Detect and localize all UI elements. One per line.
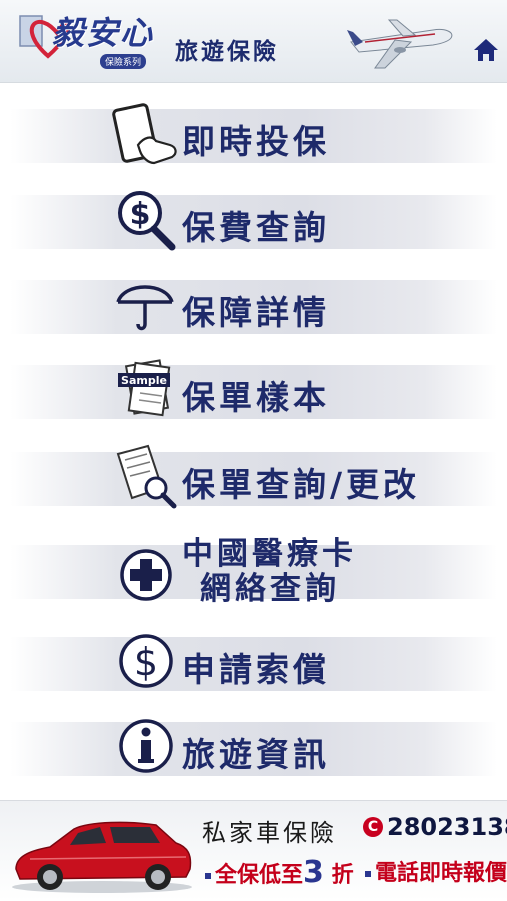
svg-text:$: $ [130, 197, 151, 232]
info-icon [119, 719, 173, 773]
menu-item-china-medical-card[interactable]: 中國醫療卡 網絡查詢 [10, 537, 497, 607]
ad-promo: 全保低至3 折 [205, 855, 354, 890]
menu-label: 保費查詢 [182, 208, 330, 247]
menu-item-coverage-details[interactable]: 保障詳情 [10, 280, 497, 334]
menu-item-instant-insure[interactable]: 即時投保 [10, 103, 497, 165]
brand-badge: 保險系列 [100, 54, 147, 69]
menu-item-policy-query-change[interactable]: 保單查詢/更改 [10, 444, 497, 509]
bullet-icon [205, 873, 211, 879]
menu-item-premium-enquiry[interactable]: $ 保費查詢 [10, 191, 497, 251]
medical-cross-icon [120, 549, 172, 601]
menu-label-line2: 網絡查詢 [200, 571, 340, 607]
menu-label: 保障詳情 [182, 293, 330, 332]
menu-label: 中國醫療卡 網絡查詢 [182, 537, 357, 607]
page-title: 旅遊保險 [175, 39, 279, 65]
svg-text:$: $ [134, 640, 158, 684]
ad-title: 私家車保險 [202, 819, 337, 847]
menu-item-travel-info[interactable]: 旅遊資訊 [10, 719, 497, 776]
dollar-magnifier-icon: $ [118, 191, 176, 251]
home-icon[interactable] [472, 36, 500, 64]
sample-document-icon: Sample [118, 359, 171, 417]
dollar-circle-icon: $ [119, 634, 173, 688]
ad-phone-number[interactable]: 28023138 [387, 813, 507, 841]
menu-label-line1: 中國醫療卡 [182, 536, 357, 572]
umbrella-icon [116, 285, 174, 331]
menu-label: 即時投保 [182, 122, 330, 161]
svg-text:Sample: Sample [121, 374, 167, 387]
menu-item-apply-claim[interactable]: $ 申請索償 [10, 634, 497, 691]
bullet-icon [365, 871, 371, 877]
ad-quote: 電話即時報價 [365, 855, 507, 887]
menu-item-policy-sample[interactable]: Sample 保單樣本 [10, 359, 497, 419]
document-search-icon [116, 444, 177, 509]
car-image [12, 821, 192, 893]
menu-label: 旅遊資訊 [182, 735, 330, 774]
car-insurance-banner[interactable]: 私家車保險 C 28023138 全保低至3 折 電話即時報價 [0, 800, 507, 901]
menu-label: 申請索償 [182, 650, 330, 689]
phone-icon: C [363, 817, 383, 837]
airplane-icon [347, 19, 453, 69]
app-header: 毅安心 保險系列 旅遊保險 [0, 0, 507, 83]
menu-label: 保單查詢/更改 [182, 465, 421, 504]
tablet-touch-icon [112, 103, 177, 165]
menu-label: 保單樣本 [182, 378, 330, 417]
brand-name: 毅安心 [52, 14, 155, 52]
